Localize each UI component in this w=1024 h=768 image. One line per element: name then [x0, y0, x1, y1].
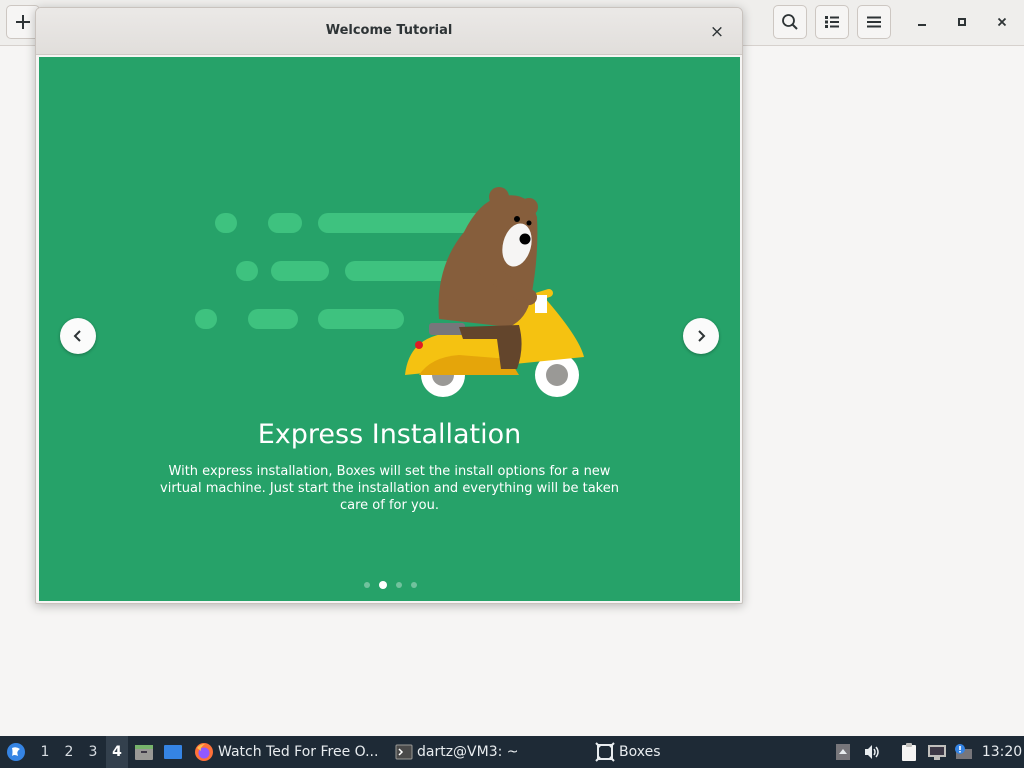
- firefox-icon: [195, 743, 213, 761]
- close-icon: [997, 17, 1007, 27]
- workspace-4[interactable]: 4: [106, 736, 128, 768]
- chevron-right-icon: [698, 330, 706, 342]
- next-slide-button[interactable]: [683, 318, 719, 354]
- hamburger-menu-icon: [867, 16, 881, 28]
- dialog-title: Welcome Tutorial: [325, 23, 453, 38]
- clock[interactable]: 13:20: [982, 736, 1022, 768]
- bear-scooter-illustration: [195, 187, 584, 397]
- tray-up-arrow-icon: [836, 744, 850, 760]
- volume-icon: [865, 745, 879, 759]
- clipboard-applet[interactable]: [898, 736, 920, 768]
- minimize-icon: [918, 24, 926, 26]
- boxes-icon: [595, 742, 615, 762]
- page-dot-3[interactable]: [396, 582, 402, 588]
- maximize-icon: [958, 18, 966, 26]
- plus-icon: [16, 15, 30, 29]
- close-window-button[interactable]: [990, 10, 1014, 34]
- task-terminal[interactable]: dartz@VM3: ~: [395, 736, 525, 768]
- slide-heading: Express Installation: [257, 419, 522, 450]
- page-dot-2[interactable]: [379, 581, 387, 589]
- task-firefox[interactable]: Watch Ted For Free O...: [194, 736, 384, 768]
- workspace-2[interactable]: 2: [58, 736, 80, 768]
- task-label: Watch Ted For Free O...: [218, 744, 379, 760]
- terminal-icon: [395, 744, 413, 760]
- list-view-icon: [825, 16, 839, 28]
- clipboard-icon: [902, 743, 916, 761]
- main-menu-button[interactable]: [857, 5, 891, 39]
- chevron-left-icon: [73, 330, 81, 342]
- page-indicator: [39, 580, 740, 590]
- slide-description: With express installation, Boxes will se…: [160, 464, 619, 513]
- task-label: Boxes: [619, 744, 661, 760]
- file-manager-icon: [135, 745, 153, 760]
- tutorial-slide: Express Installation With express instal…: [39, 57, 740, 601]
- task-label: dartz@VM3: ~: [417, 744, 519, 760]
- dialog-titlebar: Welcome Tutorial ×: [36, 8, 742, 55]
- previous-slide-button[interactable]: [60, 318, 96, 354]
- desktop-icon: [164, 745, 182, 759]
- task-boxes[interactable]: Boxes: [595, 736, 675, 768]
- update-notification-icon: [955, 744, 972, 759]
- network-applet[interactable]: [926, 736, 948, 768]
- page-dot-4[interactable]: [411, 582, 417, 588]
- dialog-close-button[interactable]: ×: [705, 20, 729, 44]
- updates-applet[interactable]: [952, 736, 974, 768]
- show-desktop-button[interactable]: [162, 736, 184, 768]
- network-icon: [928, 745, 946, 760]
- close-icon: ×: [709, 21, 725, 42]
- maximize-button[interactable]: [950, 10, 974, 34]
- welcome-tutorial-dialog: Welcome Tutorial × Express Installation …: [35, 7, 743, 604]
- taskbar: 1 2 3 4 Watch Ted For Free O... dartz@VM…: [0, 736, 1024, 768]
- tray-scroll-button[interactable]: [835, 736, 851, 768]
- search-button[interactable]: [773, 5, 807, 39]
- workspace-3[interactable]: 3: [82, 736, 104, 768]
- workspace-1[interactable]: 1: [34, 736, 56, 768]
- page-dot-1[interactable]: [364, 582, 370, 588]
- app-menu-logo-icon: [7, 743, 25, 761]
- minimize-button[interactable]: [910, 10, 934, 34]
- volume-control[interactable]: [862, 736, 882, 768]
- file-manager-launcher[interactable]: [133, 736, 155, 768]
- application-menu-button[interactable]: [4, 736, 28, 768]
- search-icon: [782, 14, 798, 30]
- view-toggle-button[interactable]: [815, 5, 849, 39]
